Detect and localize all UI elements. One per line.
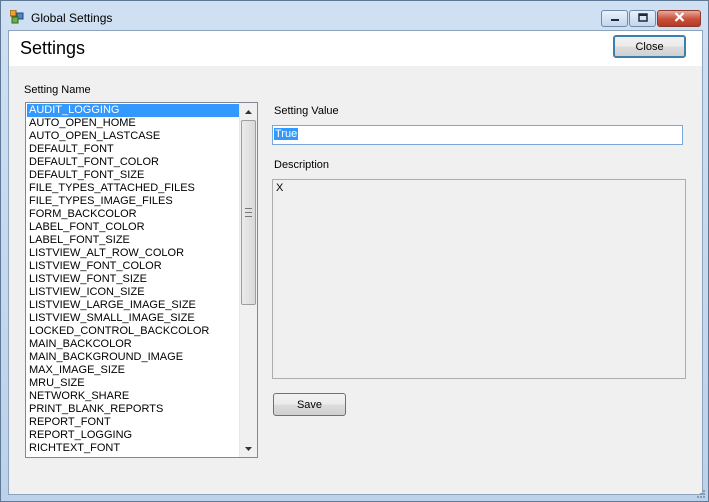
list-item[interactable]: LISTVIEW_ALT_ROW_COLOR — [27, 247, 241, 260]
list-item[interactable]: PRINT_BLANK_REPORTS — [27, 403, 241, 416]
close-icon — [674, 12, 685, 25]
list-item[interactable]: LOCKED_CONTROL_BACKCOLOR — [27, 325, 241, 338]
list-item[interactable]: REPORT_LOGGING — [27, 429, 241, 442]
close-button[interactable]: Close — [613, 35, 686, 58]
list-item[interactable]: REPORT_FONT — [27, 416, 241, 429]
client-area: Settings Close Setting Name AUDIT_LOGGIN… — [8, 30, 703, 495]
list-item[interactable]: DEFAULT_FONT_SIZE — [27, 169, 241, 182]
scroll-down-button[interactable] — [240, 440, 257, 457]
scroll-down-arrow-icon — [245, 444, 252, 453]
scrollbar-thumb[interactable] — [241, 120, 256, 305]
maximize-button[interactable] — [629, 10, 656, 27]
description-label: Description — [274, 159, 330, 171]
setting-value-input[interactable]: True — [272, 125, 683, 145]
resize-grip-icon[interactable] — [695, 488, 705, 498]
list-item[interactable]: AUTO_OPEN_HOME — [27, 117, 241, 130]
list-item[interactable]: LISTVIEW_FONT_SIZE — [27, 273, 241, 286]
list-item[interactable]: DEFAULT_FONT — [27, 143, 241, 156]
setting-name-label: Setting Name — [24, 84, 91, 96]
list-item[interactable]: LISTVIEW_ICON_SIZE — [27, 286, 241, 299]
list-item[interactable]: MAIN_BACKGROUND_IMAGE — [27, 351, 241, 364]
list-item[interactable]: LABEL_FONT_SIZE — [27, 234, 241, 247]
list-item[interactable]: FILE_TYPES_IMAGE_FILES — [27, 195, 241, 208]
list-item[interactable]: DEFAULT_FONT_COLOR — [27, 156, 241, 169]
list-item[interactable]: FILE_TYPES_ATTACHED_FILES — [27, 182, 241, 195]
app-icon — [9, 9, 24, 24]
scroll-up-button[interactable] — [240, 103, 257, 120]
description-text: X — [276, 182, 284, 194]
setting-name-items: AUDIT_LOGGING AUTO_OPEN_HOME AUTO_OPEN_LAS… — [27, 104, 241, 455]
setting-value-text: True — [274, 128, 299, 140]
window-title: Global Settings — [31, 11, 113, 25]
save-button[interactable]: Save — [273, 393, 346, 416]
list-item[interactable]: LISTVIEW_FONT_COLOR — [27, 260, 241, 273]
title-bar[interactable]: Global Settings — [1, 1, 708, 31]
setting-name-listbox[interactable]: AUDIT_LOGGING AUTO_OPEN_HOME AUTO_OPEN_LAS… — [25, 102, 258, 458]
page-title: Settings — [20, 38, 86, 58]
list-item[interactable]: AUDIT_LOGGING — [27, 104, 241, 117]
list-item[interactable]: MAIN_BACKCOLOR — [27, 338, 241, 351]
description-box[interactable]: X — [272, 179, 686, 379]
global-settings-window: Global Settings Settings Close Setting N… — [0, 0, 709, 502]
list-item[interactable]: LISTVIEW_SMALL_IMAGE_SIZE — [27, 312, 241, 325]
list-item[interactable]: AUTO_OPEN_LASTCASE — [27, 130, 241, 143]
header-band: Settings Close — [9, 31, 702, 66]
list-item[interactable]: LISTVIEW_LARGE_IMAGE_SIZE — [27, 299, 241, 312]
list-item[interactable]: NETWORK_SHARE — [27, 390, 241, 403]
maximize-icon — [637, 12, 648, 25]
caption-buttons — [600, 10, 701, 27]
minimize-button[interactable] — [601, 10, 628, 27]
list-item[interactable]: MRU_SIZE — [27, 377, 241, 390]
scroll-up-arrow-icon — [245, 107, 252, 116]
list-item[interactable]: FORM_BACKCOLOR — [27, 208, 241, 221]
minimize-icon — [610, 13, 620, 25]
vertical-scrollbar[interactable] — [239, 103, 257, 457]
list-item[interactable]: LABEL_FONT_COLOR — [27, 221, 241, 234]
thumb-grip-icon — [245, 208, 252, 217]
window-close-button[interactable] — [657, 10, 701, 27]
list-item[interactable]: RICHTEXT_FONT — [27, 442, 241, 455]
setting-value-label: Setting Value — [274, 105, 339, 117]
list-item[interactable]: MAX_IMAGE_SIZE — [27, 364, 241, 377]
